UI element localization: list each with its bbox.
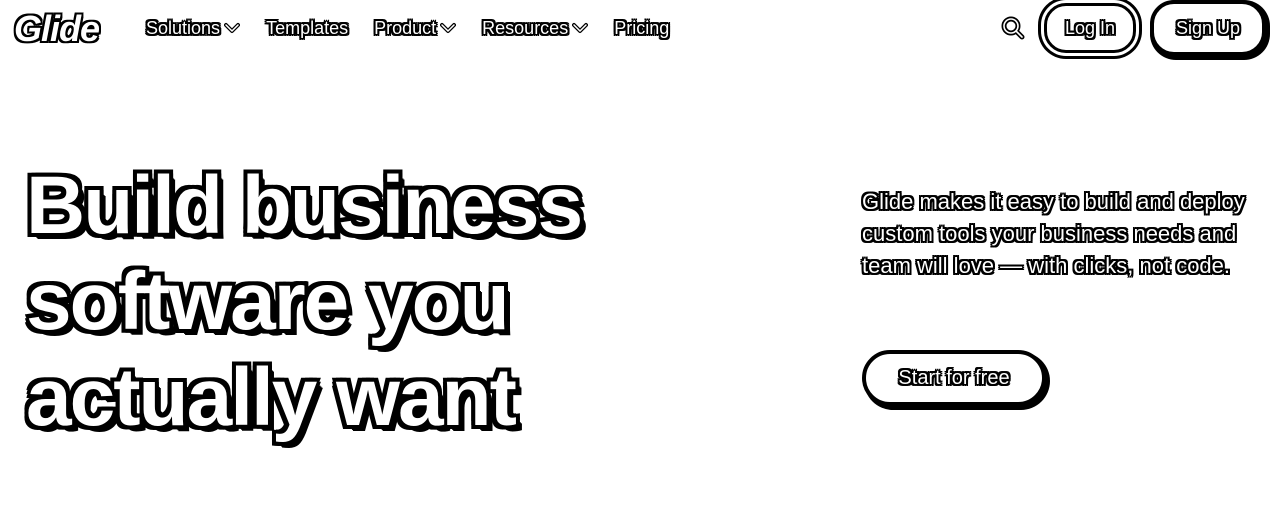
cta-label: Start for free [898, 366, 1010, 389]
nav-item-label: Pricing [614, 18, 670, 38]
signup-button[interactable]: Sign Up [1150, 0, 1266, 56]
login-label: Log In [1064, 17, 1116, 38]
hero-title-line: software you [26, 256, 510, 347]
glide-logo[interactable]: Glide [14, 8, 100, 50]
nav-item-label: Product [374, 18, 437, 38]
nav-item-pricing[interactable]: Pricing [614, 16, 669, 40]
search-icon [1001, 16, 1025, 40]
nav-item-label: Templates [266, 18, 349, 38]
start-for-free-button[interactable]: Start for free [862, 350, 1046, 406]
chevron-down-icon [224, 23, 241, 33]
signup-label: Sign Up [1175, 17, 1241, 38]
hero-title-line: Build business [26, 160, 583, 251]
nav-item-templates[interactable]: Templates [266, 16, 348, 40]
nav-item-label: Resources [482, 18, 569, 38]
nav-item-resources[interactable]: Resources [482, 16, 589, 40]
hero-description: Glide makes it easy to build and deploy … [862, 189, 1245, 278]
nav-item-label: Solutions [146, 18, 221, 38]
chevron-down-icon [440, 23, 457, 33]
chevron-down-icon [572, 23, 589, 33]
hero-title: Build business software you actually wan… [26, 158, 646, 446]
search-button[interactable] [998, 13, 1028, 43]
nav-actions: Log In Sign Up [998, 0, 1266, 56]
login-button[interactable]: Log In [1044, 3, 1136, 53]
hero-title-line: actually want [26, 352, 517, 443]
nav-item-solutions[interactable]: Solutions [146, 16, 241, 40]
nav-item-product[interactable]: Product [374, 16, 457, 40]
top-nav: Glide Solutions Templates Product Resour… [0, 0, 1280, 60]
main-nav: Solutions Templates Product Resources Pr [146, 16, 695, 40]
